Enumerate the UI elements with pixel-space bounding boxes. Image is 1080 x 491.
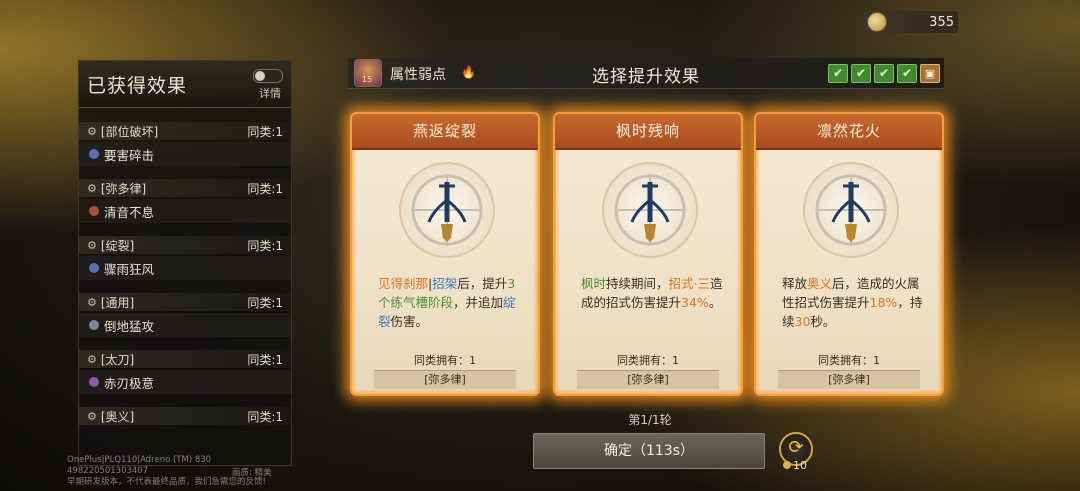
effect-group: ⚙ [部位破坏] 同类:1 要害碎击 [79, 122, 291, 166]
group-category: [太刀] [100, 352, 135, 367]
card-description: 见得刹那|招架后，提升3个练气槽阶段，并追加绽裂伤害。 [378, 276, 516, 329]
effect-item[interactable]: 赤刃极意 [79, 370, 291, 394]
gear-icon: ⚙ [87, 409, 97, 423]
group-header: ⚙ [奥义] 同类:1 [79, 407, 291, 425]
effect-item-label: 赤刃极意 [104, 375, 155, 391]
group-count: 同类:1 [247, 409, 283, 424]
selection-header: 15 属性弱点 🔥 选择提升效果 ✔ ✔ ✔ ✔ ▣ [348, 58, 944, 89]
group-category: [部位破坏] [100, 124, 159, 139]
currency-value: 355 [929, 14, 954, 30]
card-title: 燕返绽裂 [352, 114, 538, 150]
effect-item-label: 清音不息 [104, 204, 155, 220]
check-icon: ✔ [828, 64, 848, 83]
group-category: [奥义] [100, 409, 135, 424]
effect-item[interactable]: 要害碎击 [79, 142, 291, 166]
watermark-line: 早期研发版本，不代表最终品质，我们急需您的反馈! [67, 477, 266, 488]
coin-icon [867, 12, 887, 32]
effect-item[interactable]: 倒地猛攻 [79, 313, 291, 337]
sword-emblem-icon [803, 162, 899, 258]
owned-count: 同类拥有：1 [617, 354, 679, 367]
effect-group: ⚙ [通用] 同类:1 倒地猛攻 [79, 293, 291, 337]
group-category: [通用] [100, 295, 135, 310]
watermark-notice: 早期研发版本，不代表最终品质，我们急需您的反馈! [67, 477, 266, 487]
progress-checks: ✔ ✔ ✔ ✔ ▣ [828, 64, 940, 83]
gear-icon: ⚙ [87, 295, 97, 309]
details-toggle-label: 详情 [259, 87, 281, 100]
panel-header: 已获得效果 详情 [79, 61, 291, 108]
effect-icon [89, 320, 99, 330]
card-title: 凛然花火 [756, 114, 942, 150]
gear-icon: ⚙ [87, 352, 97, 366]
effect-item[interactable]: 清音不息 [79, 199, 291, 223]
effect-group: ⚙ [奥义] 同类:1 [79, 407, 291, 425]
owned-count: 同类拥有：1 [818, 354, 880, 367]
effect-item-label: 倒地猛攻 [104, 318, 155, 334]
card-category-tag: [弥多律] [577, 370, 719, 389]
card-description: 释放奥义后，造成的火属性招式伤害提升18%，持续30秒。 [782, 276, 923, 329]
effect-card[interactable]: 枫时残响 枫时持续期间，招式·三造成的招式伤害提升34%。 同类拥有：1 [弥多… [553, 112, 743, 396]
gear-icon: ⚙ [87, 238, 97, 252]
panel-title: 已获得效果 [87, 75, 188, 97]
effect-group: ⚙ [太刀] 同类:1 赤刃极意 [79, 350, 291, 394]
effect-card[interactable]: 燕返绽裂 见得刹那|招架后，提升3个练气槽阶段，并追加绽裂伤害。 同类拥有：1 … [350, 112, 540, 396]
effect-icon [89, 206, 99, 216]
confirm-button[interactable]: 确定（113s） [533, 433, 765, 469]
check-icon: ✔ [897, 64, 917, 83]
details-toggle[interactable] [253, 69, 283, 83]
card-title: 枫时残响 [555, 114, 741, 150]
gear-icon: ⚙ [87, 181, 97, 195]
effect-item-label: 要害碎击 [104, 147, 155, 163]
group-count: 同类:1 [247, 124, 283, 139]
gear-icon: ⚙ [87, 124, 97, 138]
refresh-cost: 10 [783, 459, 807, 472]
group-count: 同类:1 [247, 352, 283, 367]
effect-item-label: 骤雨狂风 [104, 261, 155, 277]
effect-icon [89, 263, 99, 273]
group-count: 同类:1 [247, 238, 283, 253]
group-header: ⚙ [部位破坏] 同类:1 [79, 122, 291, 140]
effect-group: ⚙ [绽裂] 同类:1 骤雨狂风 [79, 236, 291, 280]
group-header: ⚙ [弥多律] 同类:1 [79, 179, 291, 197]
card-category-tag: [弥多律] [374, 370, 516, 389]
sword-emblem-icon [602, 162, 698, 258]
effect-card[interactable]: 凛然花火 释放奥义后，造成的火属性招式伤害提升18%，持续30秒。 同类拥有：1… [754, 112, 944, 396]
check-icon: ✔ [874, 64, 894, 83]
group-header: ⚙ [太刀] 同类:1 [79, 350, 291, 368]
quality-watermark: 画质: 精美 [232, 468, 272, 478]
effect-icon [89, 377, 99, 387]
group-category: [弥多律] [100, 181, 147, 196]
acquired-effects-panel: 已获得效果 详情 ⚙ [部位破坏] 同类:1 要害碎击 ⚙ [弥多律] 同类:1… [78, 60, 292, 466]
chest-icon[interactable]: ▣ [920, 64, 940, 83]
watermark-line: OnePlus|PLQ110|Adreno (TM) 830 [67, 455, 212, 465]
effect-group: ⚙ [弥多律] 同类:1 清音不息 [79, 179, 291, 223]
coin-icon [783, 461, 791, 469]
group-count: 同类:1 [247, 181, 283, 196]
effect-item[interactable]: 骤雨狂风 [79, 256, 291, 280]
refresh-cost-value: 10 [793, 459, 807, 472]
currency-display: 355 [864, 11, 958, 33]
group-count: 同类:1 [247, 295, 283, 310]
card-category-tag: [弥多律] [778, 370, 920, 389]
group-header: ⚙ [绽裂] 同类:1 [79, 236, 291, 254]
owned-count: 同类拥有：1 [414, 354, 476, 367]
card-description: 枫时持续期间，招式·三造成的招式伤害提升34%。 [581, 276, 723, 310]
group-header: ⚙ [通用] 同类:1 [79, 293, 291, 311]
effect-icon [89, 149, 99, 159]
group-category: [绽裂] [100, 238, 135, 253]
sword-emblem-icon [399, 162, 495, 258]
round-indicator: 第1/1轮 [628, 413, 672, 427]
check-icon: ✔ [851, 64, 871, 83]
